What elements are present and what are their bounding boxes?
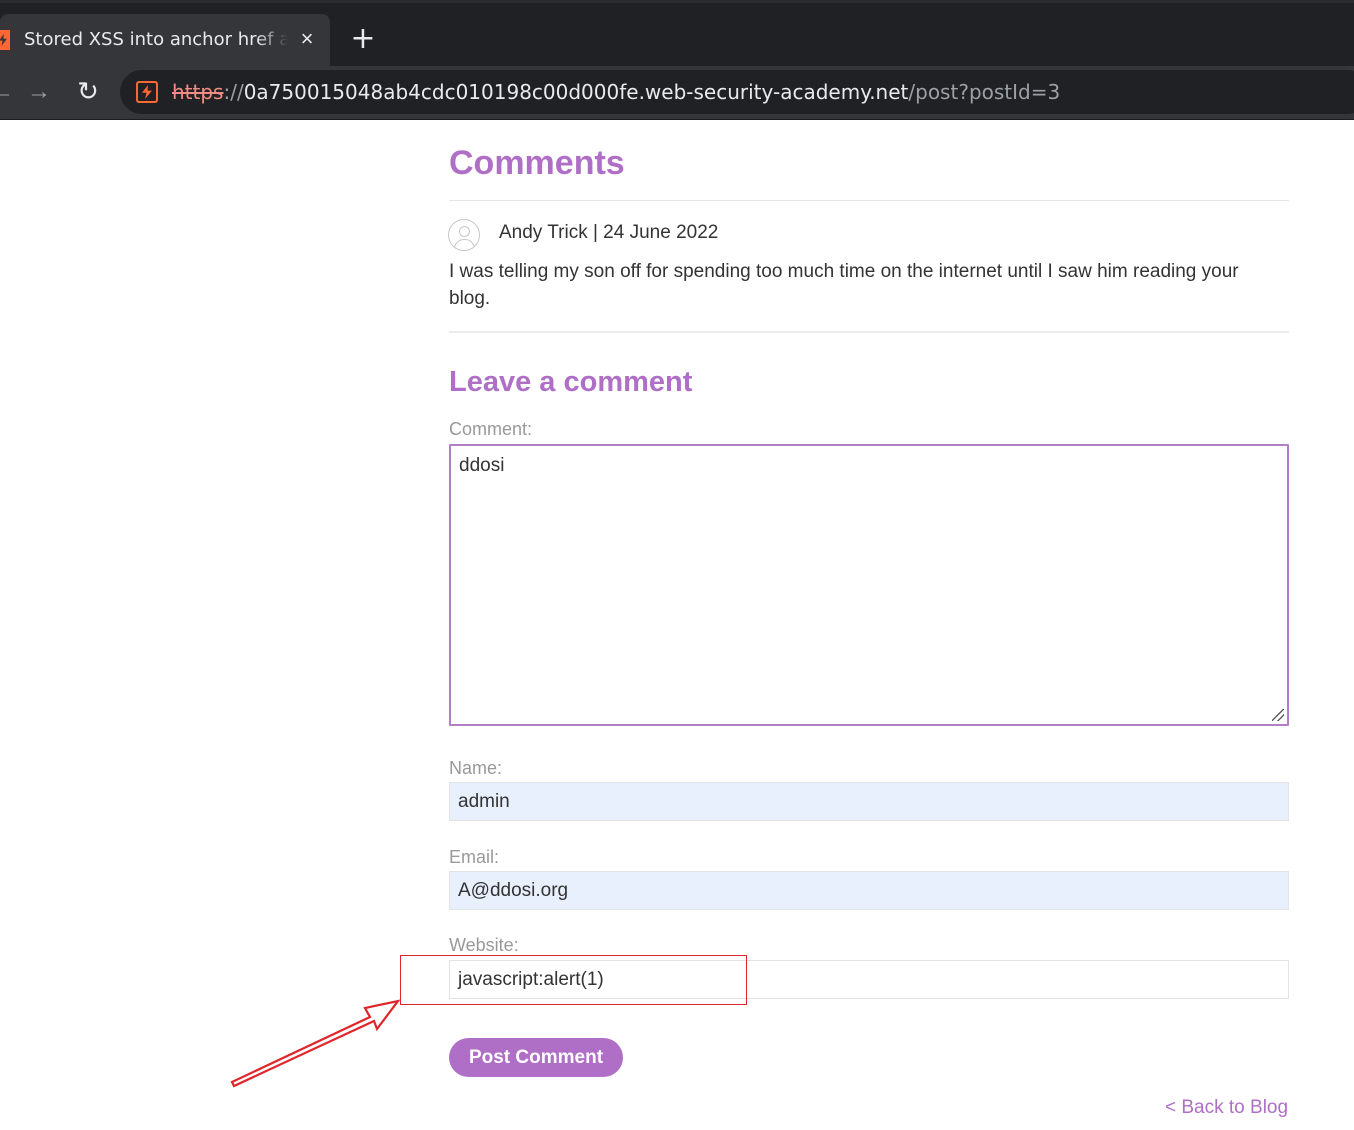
name-label: Name: [449, 758, 503, 778]
url-separator: :// [223, 80, 244, 104]
email-input[interactable]: A@ddosi.org [449, 871, 1289, 910]
leave-comment-heading: Leave a comment [449, 366, 693, 398]
email-label: Email: [449, 847, 500, 867]
back-arrow-icon[interactable]: ← [0, 78, 14, 106]
annotation-arrow-icon [230, 999, 401, 1088]
post-comment-button[interactable]: Post Comment [449, 1038, 623, 1077]
reload-icon[interactable]: ↻ [74, 77, 102, 107]
avatar-head [459, 226, 470, 237]
comment-author-date: Andy Trick | 24 June 2022 [499, 222, 719, 243]
comment-divider [449, 331, 1289, 333]
address-bar[interactable]: https://0a750015048ab4cdc010198c00d000fe… [120, 70, 1354, 114]
url-scheme: https [172, 80, 224, 104]
comments-divider [449, 200, 1289, 201]
tab-title: Stored XSS into anchor href attribute wi… [24, 29, 288, 50]
avatar-icon [448, 219, 480, 251]
url-host: 0a750015048ab4cdc010198c00d000fe.web-sec… [243, 80, 909, 104]
tabstrip-edge [0, 0, 1354, 3]
browser-tab[interactable]: Stored XSS into anchor href attribute wi… [0, 14, 330, 66]
back-to-blog-link[interactable]: < Back to Blog [1165, 1096, 1288, 1120]
comment-label: Comment: [449, 419, 533, 439]
site-info-icon[interactable] [136, 81, 158, 103]
avatar-body [454, 239, 475, 250]
browser-tabstrip: Stored XSS into anchor href attribute wi… [0, 0, 1354, 66]
website-label: Website: [449, 935, 519, 955]
url-path: /post?postId=3 [908, 80, 1061, 104]
url-text[interactable]: https://0a750015048ab4cdc010198c00d000fe… [172, 79, 1060, 105]
browser-toolbar: ← → ↻ https://0a750015048ab4cdc010198c00… [0, 66, 1354, 120]
new-tab-button[interactable]: + [350, 24, 376, 54]
comment-textarea[interactable]: ddosi [449, 444, 1289, 726]
name-input[interactable]: admin [449, 782, 1289, 821]
close-tab-icon[interactable]: × [296, 26, 318, 52]
annotation-highlight-box [400, 955, 747, 1005]
resize-handle-icon[interactable] [1272, 709, 1284, 721]
comment-textarea-value: ddosi [459, 455, 505, 476]
comments-heading: Comments [449, 144, 625, 182]
forward-arrow-icon[interactable]: → [26, 78, 52, 106]
comment-text: I was telling my son off for spending to… [449, 261, 1239, 309]
favicon-icon [0, 30, 10, 50]
